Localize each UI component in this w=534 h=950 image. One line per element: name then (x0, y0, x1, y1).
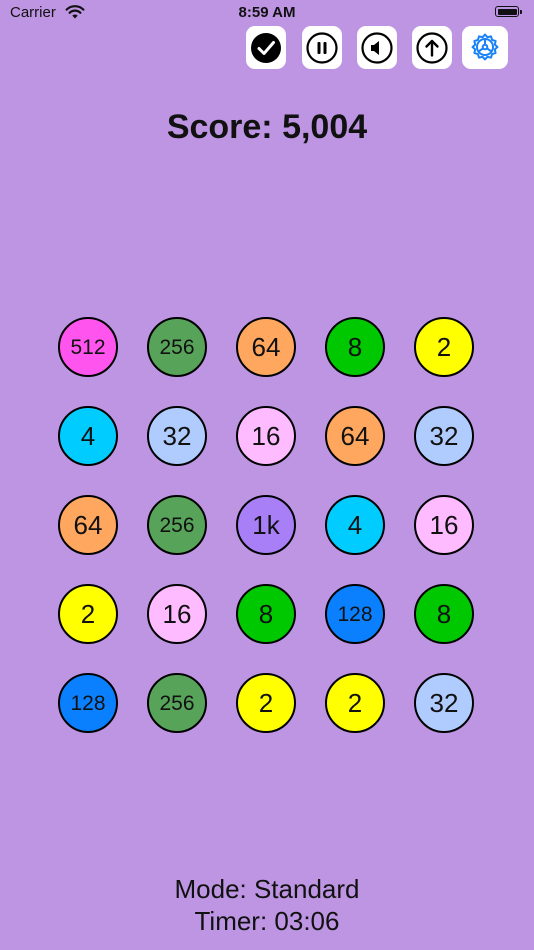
tile[interactable]: 8 (414, 584, 474, 644)
tile[interactable]: 32 (414, 406, 474, 466)
arrow-up-circle-icon (416, 31, 448, 64)
tile[interactable]: 16 (414, 495, 474, 555)
settings-button[interactable] (462, 26, 508, 69)
tile[interactable]: 64 (58, 495, 118, 555)
timer-label: Timer: 03:06 (194, 906, 340, 936)
tile[interactable]: 8 (236, 584, 296, 644)
tile[interactable]: 8 (325, 317, 385, 377)
tile[interactable]: 512 (58, 317, 118, 377)
mode-label: Mode: Standard (174, 874, 360, 904)
pause-button[interactable] (302, 26, 342, 69)
tile[interactable]: 32 (414, 673, 474, 733)
sound-button[interactable] (357, 26, 397, 69)
tile[interactable]: 2 (236, 673, 296, 733)
confirm-button[interactable] (246, 26, 286, 69)
battery-icon (495, 6, 522, 17)
tile[interactable]: 32 (147, 406, 207, 466)
tile[interactable]: 2 (325, 673, 385, 733)
tile[interactable]: 1k (236, 495, 296, 555)
tile[interactable]: 16 (236, 406, 296, 466)
tile[interactable]: 4 (58, 406, 118, 466)
tile[interactable]: 2 (58, 584, 118, 644)
status-time: 8:59 AM (238, 4, 296, 21)
pause-circle-icon (306, 31, 338, 64)
checkmark-circle-icon (251, 32, 281, 63)
tile[interactable]: 64 (325, 406, 385, 466)
tile[interactable]: 128 (58, 673, 118, 733)
tile[interactable]: 2 (414, 317, 474, 377)
status-bar: Carrier 8:59 AM (0, 0, 534, 28)
tile[interactable]: 16 (147, 584, 207, 644)
game-board: 512 256 64 8 2 4 32 16 64 32 64 256 1k 4 16 2 16 8 128 8 128… (58, 317, 478, 737)
gear-icon (471, 33, 499, 60)
tile[interactable]: 128 (325, 584, 385, 644)
score-label: Score: 5,004 (166, 108, 368, 146)
tile[interactable]: 256 (147, 673, 207, 733)
tile[interactable]: 256 (147, 317, 207, 377)
tile[interactable]: 4 (325, 495, 385, 555)
share-button[interactable] (412, 26, 452, 69)
tile[interactable]: 64 (236, 317, 296, 377)
tile[interactable]: 256 (147, 495, 207, 555)
speaker-icon (361, 31, 393, 64)
